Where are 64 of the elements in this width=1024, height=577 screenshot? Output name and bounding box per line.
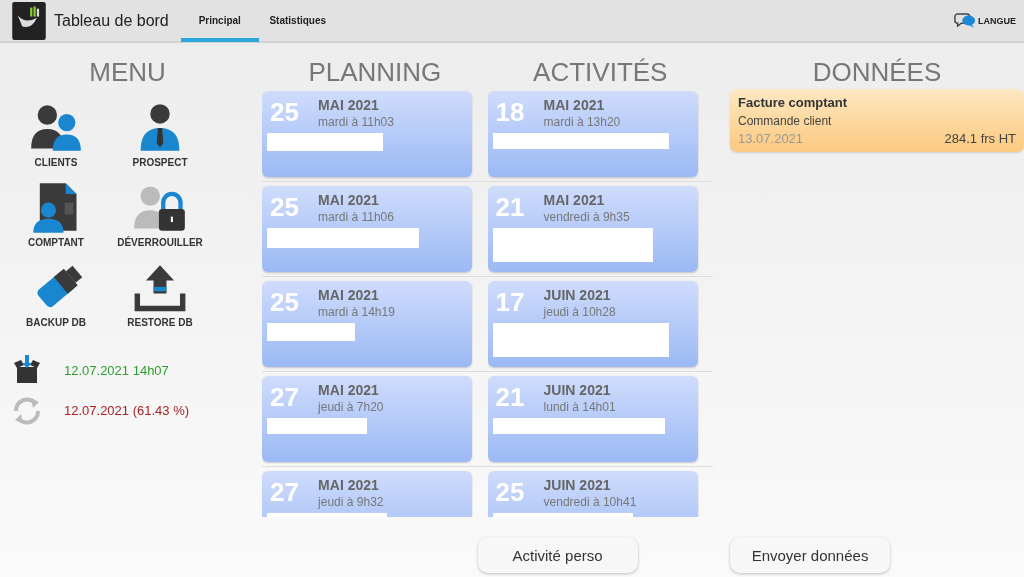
weekday-time: jeudi à 10h28 — [543, 305, 616, 319]
month-label: MAI 2021 — [318, 287, 380, 303]
weekday-time: vendredi à 10h41 — [543, 495, 637, 509]
data-card[interactable]: Facture comptant Commande client 13.07.2021 284.1 frs HT — [730, 89, 1024, 152]
event-card[interactable]: 25 JUIN 2021 vendredi à 10h41 — [487, 471, 698, 517]
card-date: 13.07.2021 — [738, 131, 804, 146]
month-label: MAI 2021 — [318, 477, 380, 493]
speech-bubbles-icon — [954, 12, 976, 29]
day-number: 25 — [269, 97, 301, 129]
day-number: 21 — [494, 382, 526, 414]
day-number: 27 — [269, 477, 301, 509]
menu-button[interactable]: DÉVERROUILLER — [108, 181, 212, 253]
app-title: Tableau de bord — [54, 11, 169, 30]
menu-button[interactable]: CLIENTS — [4, 101, 108, 173]
day-number: 25 — [269, 192, 301, 224]
day-number: 25 — [269, 287, 301, 319]
card-amount: 284.1 frs HT — [944, 131, 1016, 146]
tab[interactable]: Statistiques — [258, 0, 337, 42]
event-card[interactable]: 21 MAI 2021 vendredi à 9h35 — [487, 186, 698, 272]
month-label: MAI 2021 — [318, 382, 380, 398]
event-card[interactable]: 18 MAI 2021 mardi à 13h20 — [487, 91, 698, 177]
day-number: 21 — [494, 192, 526, 224]
menu-button[interactable]: RESTORE DB — [108, 261, 212, 333]
weekday-time: jeudi à 7h20 — [318, 400, 384, 414]
language-button[interactable]: LANGUE — [954, 12, 1016, 29]
weekday-time: mardi à 11h06 — [318, 210, 394, 224]
day-number: 17 — [494, 287, 526, 319]
section-heading: MENU — [88, 56, 167, 89]
event-card[interactable]: 25 MAI 2021 mardi à 11h03 — [262, 91, 473, 177]
status-text: 12.07.2021 14h07 — [64, 362, 169, 378]
month-label: JUIN 2021 — [543, 382, 612, 398]
tab[interactable]: Principal — [180, 0, 259, 42]
day-number: 27 — [269, 382, 301, 414]
menu-button[interactable]: COMPTANT — [4, 181, 108, 253]
event-card[interactable]: 21 JUIN 2021 lundi à 14h01 — [487, 376, 698, 462]
month-label: JUIN 2021 — [543, 287, 612, 303]
month-label: MAI 2021 — [543, 97, 606, 113]
event-card[interactable]: 27 MAI 2021 jeudi à 9h32 — [262, 471, 473, 517]
status-text: 12.07.2021 (61.43 %) — [64, 402, 190, 418]
month-label: MAI 2021 — [318, 192, 380, 208]
month-label: MAI 2021 — [543, 192, 606, 208]
weekday-time: lundi à 14h01 — [543, 400, 616, 414]
menu-button[interactable]: BACKUP DB — [4, 261, 108, 333]
card-subtitle: Commande client — [738, 114, 833, 128]
event-card[interactable]: 25 MAI 2021 mardi à 11h06 — [262, 186, 473, 272]
section-heading: PLANNING — [307, 56, 443, 89]
weekday-time: mardi à 11h03 — [318, 115, 394, 129]
day-number: 18 — [494, 97, 526, 129]
event-card[interactable]: 25 MAI 2021 mardi à 14h19 — [262, 281, 473, 367]
action-button[interactable]: Activité perso — [477, 537, 638, 573]
section-heading: ACTIVITÉS — [532, 56, 669, 89]
month-label: MAI 2021 — [318, 97, 380, 113]
weekday-time: vendredi à 9h35 — [543, 210, 630, 224]
event-card[interactable]: 17 JUIN 2021 jeudi à 10h28 — [487, 281, 698, 367]
day-number: 25 — [494, 477, 526, 509]
weekday-time: jeudi à 9h32 — [318, 495, 384, 509]
event-card[interactable]: 27 MAI 2021 jeudi à 7h20 — [262, 376, 473, 462]
weekday-time: mardi à 13h20 — [543, 115, 621, 129]
action-button[interactable]: Envoyer données — [730, 537, 890, 573]
month-label: JUIN 2021 — [543, 477, 612, 493]
section-heading: DONNÉES — [811, 56, 943, 89]
menu-button[interactable]: PROSPECT — [108, 101, 212, 173]
weekday-time: mardi à 14h19 — [318, 305, 395, 319]
card-title: Facture comptant — [738, 95, 849, 110]
